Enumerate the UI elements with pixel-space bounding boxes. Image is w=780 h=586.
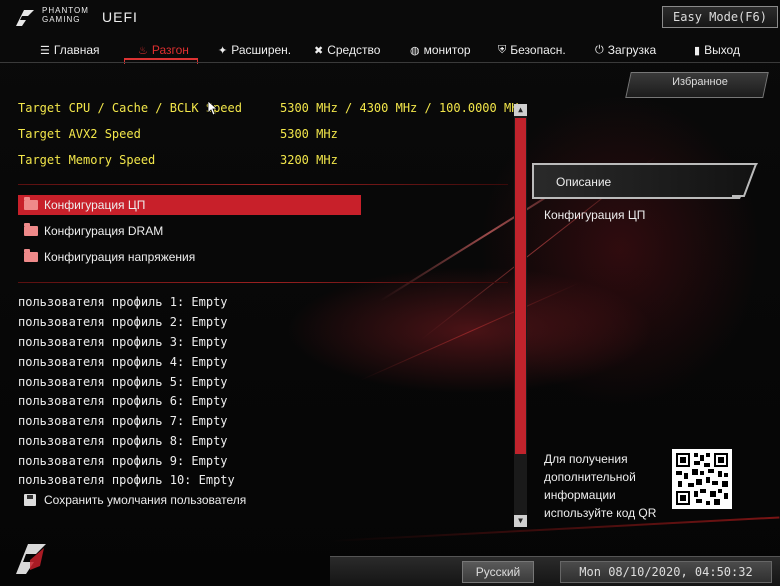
menu-item-label: Конфигурация напряжения — [44, 250, 196, 264]
menu-item-cpu-config[interactable]: Конфигурация ЦП — [18, 195, 361, 215]
tab-monitor-label: монитор — [423, 43, 471, 57]
folder-icon — [24, 197, 38, 210]
favorites-button[interactable]: Избранное — [640, 76, 760, 88]
list-icon: ☰ — [40, 44, 50, 57]
power-icon: ⏻ — [595, 43, 604, 56]
shield-icon: ⛨ — [498, 43, 507, 56]
gauge-icon: ◍ — [410, 44, 420, 57]
user-profile-1[interactable]: пользователя профиль 1: Empty — [18, 295, 228, 309]
scroll-up-arrow-icon[interactable]: ▲ — [514, 104, 527, 116]
user-profile-8[interactable]: пользователя профиль 8: Empty — [18, 434, 228, 448]
qr-code-icon — [672, 449, 732, 509]
save-user-defaults-label: Сохранить умолчания пользователя — [44, 493, 247, 507]
tab-tools-label: Средство — [327, 43, 381, 57]
user-profile-7[interactable]: пользователя профиль 7: Empty — [18, 414, 228, 428]
tab-boot-label: Загрузка — [607, 43, 657, 57]
info-row-avx2-value: 5300 MHz — [280, 127, 338, 141]
star-arrow-icon: ✦ — [218, 44, 228, 57]
tab-security-label: Безопасн. — [510, 43, 566, 57]
easy-mode-button[interactable]: Easy Mode(F6) — [662, 6, 778, 28]
tools-icon: ✖ — [314, 44, 324, 57]
user-profile-2[interactable]: пользователя профиль 2: Empty — [18, 315, 228, 329]
tab-exit[interactable]: ▮ Выход — [694, 40, 740, 60]
scroll-down-arrow-icon[interactable]: ▼ — [514, 515, 527, 527]
tab-tools[interactable]: ✖ Средство — [314, 40, 380, 60]
info-row-memory-value: 3200 MHz — [280, 153, 338, 167]
brand-line2: GAMING — [42, 15, 81, 24]
nav-divider — [0, 62, 780, 63]
tab-boot[interactable]: ⏻ Загрузка — [595, 40, 656, 60]
tab-exit-label: Выход — [704, 43, 740, 57]
tab-security[interactable]: ⛨ Безопасн. — [498, 40, 566, 60]
tab-advanced-label: Расширен. — [231, 43, 292, 57]
menu-item-dram-config[interactable]: Конфигурация DRAM — [18, 221, 361, 241]
info-row-cpu-value: 5300 MHz / 4300 MHz / 100.0000 MHz — [280, 101, 526, 115]
menu-item-label: Конфигурация DRAM — [44, 224, 164, 238]
folder-icon — [24, 223, 38, 236]
user-profile-6[interactable]: пользователя профиль 6: Empty — [18, 394, 228, 408]
description-title: Описание — [556, 175, 612, 189]
mouse-cursor-icon — [207, 100, 217, 116]
date-time-display: Mon 08/10/2020, 04:50:32 — [560, 561, 772, 583]
menu-item-voltage-config[interactable]: Конфигурация напряжения — [18, 247, 361, 267]
section-divider — [18, 184, 508, 185]
user-profile-10[interactable]: пользователя профиль 10: Empty — [18, 473, 235, 487]
tab-main[interactable]: ☰ Главная — [40, 40, 100, 60]
info-row-avx2-label: Target AVX2 Speed — [18, 127, 141, 141]
menu-item-label: Конфигурация ЦП — [44, 198, 146, 212]
phantom-gaming-logo — [16, 10, 34, 26]
user-profile-5[interactable]: пользователя профиль 5: Empty — [18, 375, 228, 389]
qr-info-text: Для получения дополнительной информации … — [544, 452, 657, 520]
floppy-disk-icon — [24, 494, 36, 506]
user-profile-4[interactable]: пользователя профиль 4: Empty — [18, 355, 228, 369]
uefi-label: UEFI — [102, 9, 138, 25]
info-row-memory-label: Target Memory Speed — [18, 153, 156, 167]
user-profile-3[interactable]: пользователя профиль 3: Empty — [18, 335, 228, 349]
tab-overclock-label: Разгон — [151, 43, 189, 57]
save-user-defaults[interactable]: Сохранить умолчания пользователя — [24, 493, 246, 507]
brand-text: PHANTOM GAMING — [42, 6, 89, 24]
active-tab-indicator — [124, 58, 198, 64]
user-profile-9[interactable]: пользователя профиль 9: Empty — [18, 454, 228, 468]
phantom-gaming-footer-logo — [16, 544, 46, 574]
section-divider — [18, 282, 508, 283]
scrollbar-thumb[interactable] — [515, 118, 526, 454]
folder-icon — [24, 249, 38, 262]
tab-overclock[interactable]: ♨ Разгон — [138, 40, 189, 60]
brand-line1: PHANTOM — [42, 6, 89, 15]
tab-monitor[interactable]: ◍ монитор — [410, 40, 471, 60]
flame-icon: ♨ — [138, 44, 148, 57]
door-icon: ▮ — [694, 44, 701, 57]
tab-main-label: Главная — [53, 43, 100, 57]
description-text: Конфигурация ЦП — [544, 208, 646, 222]
description-header-edge — [732, 163, 758, 197]
tab-advanced[interactable]: ✦ Расширен. — [218, 40, 291, 60]
language-button[interactable]: Русский — [462, 561, 534, 583]
